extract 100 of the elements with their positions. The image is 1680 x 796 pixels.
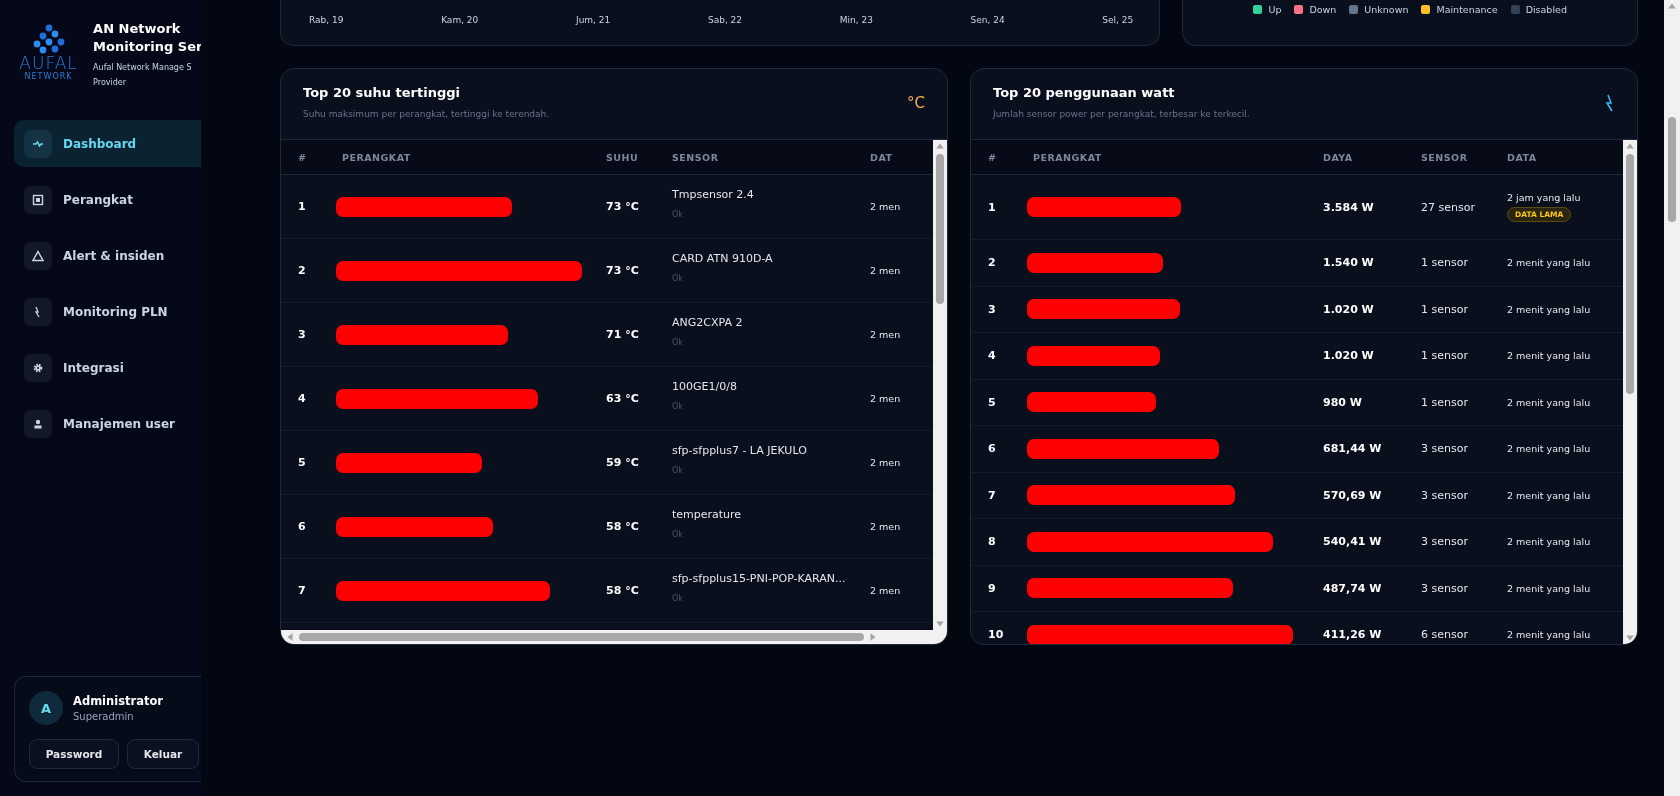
sensor-count-cell-text: 1 sensor [1421,395,1469,409]
bolt-icon [1605,94,1615,112]
power-cell-text: 681,44 W [1323,442,1383,456]
data-time-cell-text: 2 men [870,265,902,276]
data-time-cell-text: 2 men [870,201,902,212]
data-time-cell-text: 2 men [870,521,902,532]
data-time-cell: 2 jam yang lalu [1507,192,1581,203]
page-scrollbar[interactable] [1664,0,1680,796]
power-cell-text: 1.540 W [1323,256,1375,270]
legend-label: Down [1309,4,1337,15]
sensor-status: Ok [672,402,684,411]
axis-label: Kam, 20 [441,15,479,25]
power-cell-text: 411,26 W [1323,628,1383,642]
column-header: SENSOR [1421,151,1469,163]
rank-cell-text: 6 [988,442,997,456]
scroll-thumb[interactable] [1668,117,1676,222]
logo-wordmark: AUFAL [19,54,78,72]
temperature-cell-text: 73 °C [606,200,640,213]
temperature-cell-text: 73 °C [606,264,640,277]
data-time-cell-text: 2 men [870,585,902,596]
sensor-status: Ok [672,594,684,603]
column-header: PERANGKAT [1033,151,1103,163]
scroll-thumb[interactable] [936,154,944,304]
user-name: Administrator [73,694,164,708]
sensor-status: Ok [672,530,684,539]
data-time-cell: 2 menit yang lalu [1507,629,1591,641]
sensor-name: sfp-sfpplus7 - LA JEKULO [672,444,808,457]
column-header: # [298,151,308,163]
column-header: DATA [1507,151,1538,163]
rank-cell-text: 1 [988,200,997,214]
sensor-name: 100GE1/0/8 [672,380,738,393]
sensor-name: sfp-sfpplus15-PNI-POP-KARAN... [672,572,847,585]
data-time-cell: 2 menit yang lalu [1507,582,1591,594]
nav-item[interactable]: Alert & insiden [14,232,201,279]
rank-cell-text: 5 [988,395,997,409]
warning-icon [32,249,44,262]
nav-item[interactable]: Integrasi [14,344,201,391]
axis-label: Jum, 21 [576,15,611,25]
sensor-count-cell-text: 1 sensor [1421,302,1469,316]
data-time-cell: 2 menit yang lalu [1507,257,1591,269]
rank-cell-text: 2 [298,264,307,277]
scroll-thumb[interactable] [1626,154,1634,394]
rank-cell-text: 4 [988,349,997,363]
rank-cell-text: 1 [298,200,307,213]
account-button[interactable]: Password [29,739,119,769]
user-icon [32,417,44,430]
sensor-count-cell-text: 1 sensor [1421,349,1469,363]
scrollbar[interactable] [281,630,947,644]
nav-item[interactable]: Perangkat [14,176,201,223]
temperature-cell-text: 58 °C [606,584,640,597]
power-cell-text: 1.020 W [1323,302,1375,316]
sensor-count-cell-text: 1 sensor [1421,256,1469,270]
temperature-cell-text: 71 °C [606,328,640,341]
nav-item[interactable]: Manajemen user [14,400,201,447]
data-time-cell-text: 2 men [870,393,902,404]
rank-cell-text: 4 [298,392,307,405]
data-time-cell: 2 menit yang lalu [1507,536,1591,548]
axis-label: Rab, 19 [309,15,344,25]
nav-item[interactable]: Dashboard [14,120,201,167]
rank-cell-text: 5 [298,456,307,469]
legend-label: Maintenance [1436,4,1498,15]
column-header: SUHU [606,151,640,163]
sensor-name: temperature [672,508,743,521]
sensor-status: Ok [672,338,684,347]
panel-title: Top 20 penggunaan watt [993,85,1176,100]
axis-label: Min, 23 [839,15,873,25]
power-cell-text: 980 W [1323,395,1363,409]
scroll-thumb[interactable] [299,633,864,641]
axis-label: Sab, 22 [707,15,743,25]
rank-cell-text: 9 [988,581,997,595]
scroll-left-icon[interactable] [285,632,295,642]
scrollbar[interactable] [1623,140,1637,644]
temperature-cell-text: 59 °C [606,456,640,469]
sensor-status: Ok [672,466,684,475]
account-button[interactable]: Keluar [127,739,199,769]
legend-label: Unknown [1364,4,1409,15]
power-cell-text: 540,41 W [1323,535,1383,549]
sensor-count-cell-text: 3 sensor [1421,581,1469,595]
data-time-cell-text: 2 men [870,457,902,468]
celsius-icon: °C [907,94,925,139]
scrollbar[interactable] [933,140,947,630]
rank-cell-text: 3 [988,302,997,316]
legend-label: Up [1268,4,1282,15]
axis-label: Sen, 24 [970,15,1005,25]
nav-item[interactable]: Monitoring PLN [14,288,201,335]
panel-title: Top 20 suhu tertinggi [303,85,461,100]
avatar: A [29,691,63,725]
sensor-name: Tmpsensor 2.4 [672,188,755,201]
axis-label: Sel, 25 [1102,15,1134,25]
scroll-right-icon[interactable] [868,632,878,642]
rank-cell-text: 6 [298,520,307,533]
sensor-name: ANG2CXPA 2 [672,316,744,329]
logo-tagline: NETWORK [24,72,73,82]
power-cell-text: 570,69 W [1323,488,1383,502]
legend-label: Disabled [1525,4,1567,15]
sensor-count-cell-text: 6 sensor [1421,628,1469,642]
column-header: PERANGKAT [342,151,412,163]
data-time-cell-text: 2 men [870,329,902,340]
sensor-count-cell-text: 3 sensor [1421,442,1469,456]
device-icon [32,193,44,206]
